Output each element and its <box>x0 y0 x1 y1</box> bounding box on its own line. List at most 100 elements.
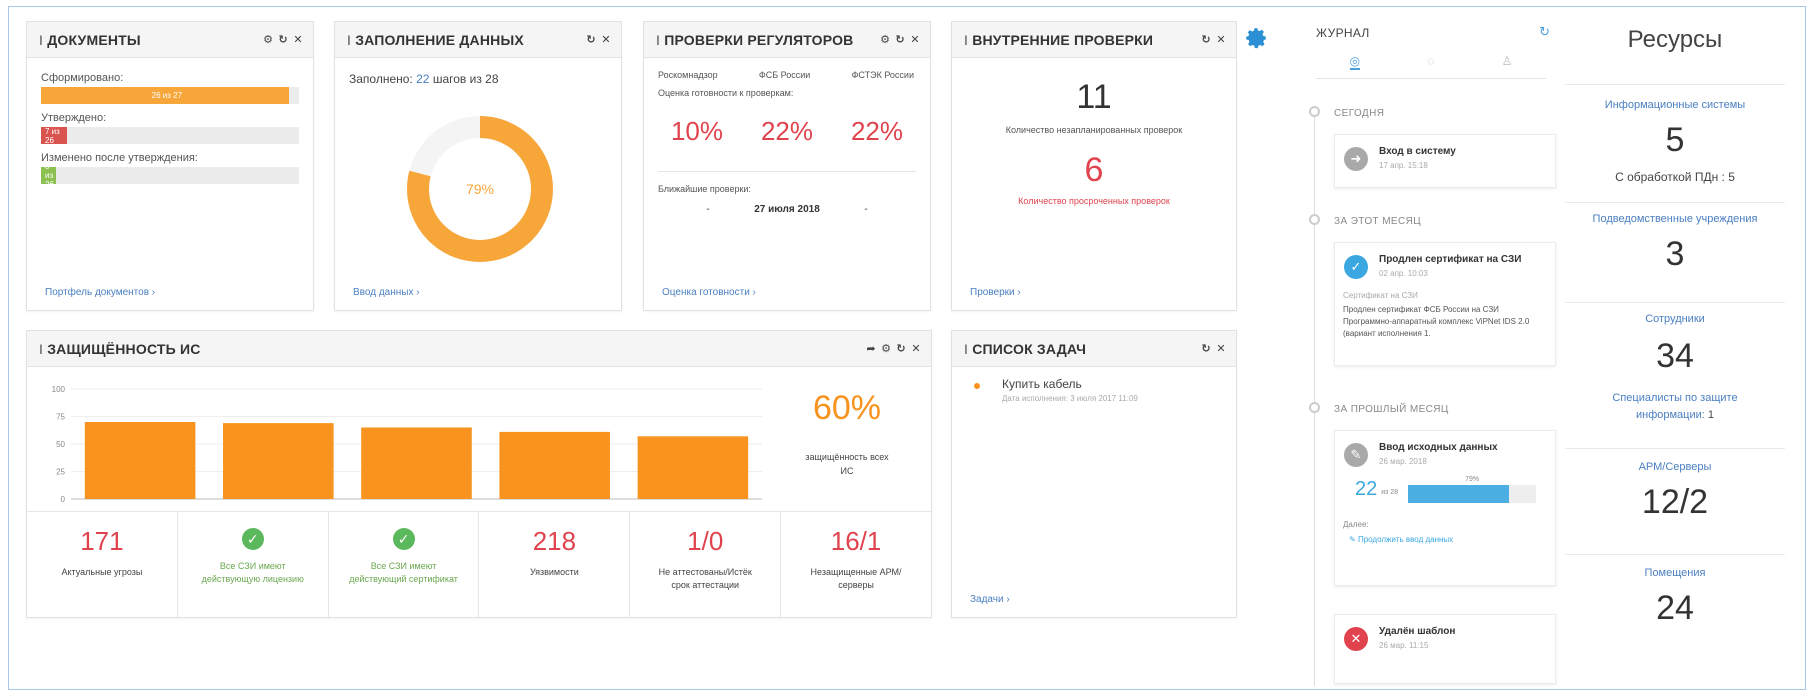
check-icon: ✓ <box>241 528 264 550</box>
certificate-icon: ✓ <box>1344 255 1368 279</box>
security-stat[interactable]: 171 Актуальные угрозы <box>27 512 178 617</box>
journal-entry-template-deleted[interactable]: ✕ Удалён шаблон 26 мар. 11:15 <box>1334 614 1556 684</box>
settings-icon[interactable]: ⚙ <box>263 33 273 46</box>
security-header: ЗАЩИЩЁННОСТЬ ИС ➦ ⚙ ↻ ✕ <box>27 331 931 367</box>
next-checks-values: - 27 июля 2018 - <box>644 194 930 215</box>
readiness-link[interactable]: Оценка готовности › <box>662 287 756 298</box>
close-icon[interactable]: ✕ <box>601 33 611 46</box>
overdue-value: 6 <box>1084 151 1104 189</box>
entry-progress-value: 22 <box>1355 478 1378 500</box>
documents-portfolio-link[interactable]: Портфель документов › <box>45 287 155 298</box>
security-percent: 60% <box>812 389 882 427</box>
y-tick-label: 50 <box>56 440 65 449</box>
security-stat[interactable]: ✓ Все СЗИ имеют действующий сертификат <box>329 512 480 617</box>
entry-title: Продлен сертификат на СЗИ <box>1379 254 1522 265</box>
data-fill-header: ЗАПОЛНЕНИЕ ДАННЫХ ↻ ✕ <box>335 22 621 58</box>
resource-label[interactable]: Информационные системы <box>1565 99 1785 111</box>
bar[interactable] <box>84 422 196 499</box>
refresh-icon[interactable]: ↻ <box>1201 33 1211 46</box>
journal-entry-login[interactable]: ➜ Вход в систему 17 апр. 15:18 <box>1334 134 1556 188</box>
close-icon[interactable]: ✕ <box>910 33 920 46</box>
gear-icon[interactable] <box>1243 25 1269 51</box>
resource-arm-servers[interactable]: АРМ/Серверы 12/2 <box>1565 448 1785 554</box>
stat-label: Все СЗИ имеют действующую лицензию <box>201 561 304 584</box>
resource-specialists[interactable]: Специалисты по защите информации: 1 <box>1590 390 1760 424</box>
next-rkn: - <box>706 204 710 215</box>
org-rkn: Роскомнадзор <box>658 70 718 80</box>
tasks-panel: СПИСОК ЗАДАЧ ↻ ✕ Купить кабель Дата испо… <box>951 330 1237 618</box>
settings-icon[interactable]: ⚙ <box>880 33 890 46</box>
refresh-icon[interactable]: ↻ <box>895 33 905 46</box>
resource-info-systems[interactable]: Информационные системы 5 С обработкой ПД… <box>1565 84 1785 202</box>
security-stat[interactable]: 218 Уязвимости <box>479 512 631 617</box>
bar[interactable] <box>637 436 749 499</box>
stat-label: Не аттестованы/Истёк срок аттестации <box>658 567 752 590</box>
stat-label: Уязвимости <box>530 567 579 577</box>
donut-percent: 79% <box>466 181 494 197</box>
close-icon[interactable]: ✕ <box>1216 33 1226 46</box>
changed-label: Изменено после утверждения: <box>41 152 198 164</box>
security-stat[interactable]: ✓ Все СЗИ имеют действующую лицензию <box>178 512 329 617</box>
resource-subordinate[interactable]: Подведомственные учреждения 3 <box>1565 202 1785 302</box>
org-fstek: ФСТЭК России <box>851 70 914 80</box>
readiness-rkn: 10% <box>670 116 724 146</box>
specialists-label: Специалисты по защите информации: <box>1612 392 1738 421</box>
documents-title: ДОКУМЕНТЫ <box>39 32 263 48</box>
security-stat[interactable]: 1/0 Не аттестованы/Истёк срок аттестации <box>630 512 782 617</box>
refresh-icon[interactable]: ↻ <box>1201 342 1211 355</box>
journal-entry-data-input[interactable]: ✎ Ввод исходных данных 26 мар. 2018 22 и… <box>1334 430 1556 586</box>
bar[interactable] <box>499 431 610 499</box>
resource-label[interactable]: Сотрудники <box>1565 313 1785 325</box>
formed-bar: 26 из 27 <box>41 87 299 104</box>
task-item[interactable]: Купить кабель Дата исполнения: 3 июля 20… <box>952 367 1236 403</box>
continue-data-entry-link[interactable]: ✎ Продолжить ввод данных <box>1349 535 1547 544</box>
resource-label[interactable]: Помещения <box>1565 567 1785 579</box>
refresh-icon[interactable]: ↻ <box>586 33 596 46</box>
security-stat[interactable]: 16/1 Незащищенные АРМ/серверы <box>781 512 931 617</box>
changed-bar: 0 из 26 <box>41 162 299 189</box>
refresh-icon[interactable]: ↻ <box>278 33 288 46</box>
close-icon[interactable]: ✕ <box>911 342 921 355</box>
y-tick-label: 75 <box>56 413 65 422</box>
close-icon[interactable]: ✕ <box>1216 342 1226 355</box>
resource-employees[interactable]: Сотрудники 34 Специалисты по защите инфо… <box>1565 302 1785 448</box>
entry-progress-of: из 28 <box>1381 489 1399 496</box>
close-icon[interactable]: ✕ <box>293 33 303 46</box>
section-last-month: ЗА ПРОШЛЫЙ МЕСЯЦ <box>1334 404 1449 415</box>
changed-bar-text: 0 из 26 <box>41 162 57 189</box>
journal-entry-certificate[interactable]: ✓ Продлен сертификат на СЗИ 02 апр. 10:0… <box>1334 242 1556 366</box>
formed-bar-text: 26 из 27 <box>41 87 289 104</box>
journal-tabs: ◎ ◌ ♙ <box>1316 54 1546 79</box>
resource-label[interactable]: АРМ/Серверы <box>1565 461 1785 473</box>
resource-rooms[interactable]: Помещения 24 <box>1565 554 1785 654</box>
resources-panel: Ресурсы Информационные системы 5 С обраб… <box>1565 16 1785 680</box>
tasks-link[interactable]: Задачи › <box>970 594 1010 605</box>
resource-value: 5 <box>1665 121 1685 159</box>
regulators-panel: ПРОВЕРКИ РЕГУЛЯТОРОВ ⚙ ↻ ✕ Роскомнадзор … <box>643 21 931 311</box>
task-name: Купить кабель <box>1002 377 1082 391</box>
resource-label[interactable]: Подведомственные учреждения <box>1565 213 1785 225</box>
settings-icon[interactable]: ⚙ <box>881 342 891 355</box>
approved-label: Утверждено: <box>41 112 107 124</box>
filled-suffix: шагов из 28 <box>432 72 499 86</box>
bar[interactable] <box>223 423 334 499</box>
data-entry-link[interactable]: Ввод данных › <box>353 287 420 298</box>
security-percent-label: защищённость всех ИС <box>805 452 889 476</box>
refresh-icon[interactable]: ↻ <box>896 342 906 355</box>
checks-link[interactable]: Проверки › <box>970 287 1021 298</box>
task-due: Дата исполнения: 3 июля 2017 11:09 <box>1002 394 1138 403</box>
unplanned-label: Количество незапланированных проверок <box>1005 125 1183 135</box>
refresh-icon[interactable]: ↻ <box>1539 24 1550 40</box>
entry-subtitle: Сертификат на СЗИ <box>1343 291 1418 300</box>
continue-label: Продолжить ввод данных <box>1357 535 1454 544</box>
data-fill-title: ЗАПОЛНЕНИЕ ДАННЫХ <box>347 32 586 48</box>
entry-title: Ввод исходных данных <box>1379 442 1498 453</box>
specialists-value: 1 <box>1707 409 1715 421</box>
bar[interactable] <box>361 427 472 500</box>
tab-location-icon[interactable]: ◌ <box>1427 54 1434 70</box>
tab-user-icon[interactable]: ♙ <box>1502 54 1513 70</box>
share-icon[interactable]: ➦ <box>866 342 876 355</box>
entry-date: 17 апр. 15:18 <box>1379 161 1428 170</box>
tab-events-icon[interactable]: ◎ <box>1349 54 1361 70</box>
security-stats: 171 Актуальные угрозы ✓ Все СЗИ имеют дейст… <box>27 511 931 617</box>
